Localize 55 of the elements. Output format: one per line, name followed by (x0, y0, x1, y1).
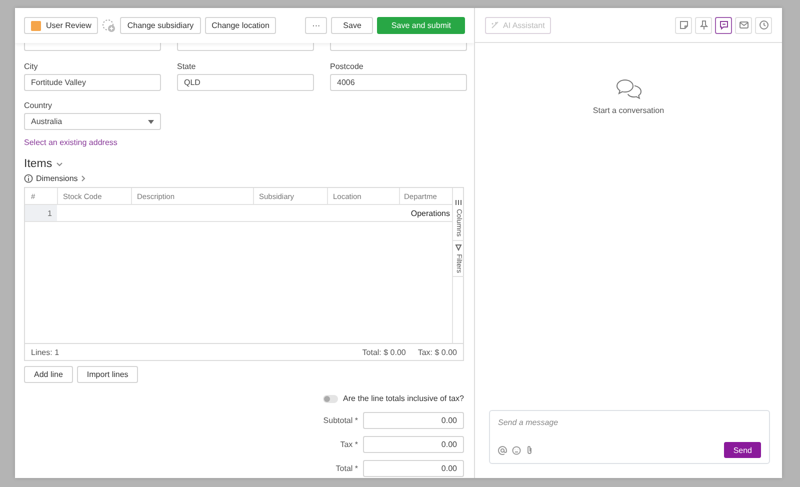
address-link[interactable]: Select an existing address (24, 138, 118, 147)
input-field[interactable]: 4006 (330, 74, 467, 91)
input-field[interactable] (24, 43, 161, 51)
toggle-label: Are the line totals inclusive of tax? (343, 394, 464, 403)
dimensions-link[interactable]: Dimensions (36, 174, 78, 183)
tax-summary: Tax: $ 0.00 (418, 348, 457, 356)
columns-icon (455, 199, 462, 206)
paperclip-icon[interactable] (526, 445, 533, 455)
field-label: Postcode (330, 62, 364, 72)
mention-icon[interactable] (498, 446, 507, 454)
action-button[interactable]: Change location (204, 17, 276, 34)
conversation-icon (614, 78, 642, 100)
field-label: Country (24, 101, 54, 111)
line-count: Lines: 1 (31, 348, 60, 356)
input-field[interactable]: Fortitude Valley (24, 74, 161, 91)
total-summary: Total: $ 0.00 (362, 348, 406, 356)
caret-icon (148, 120, 154, 124)
mail-icon (738, 20, 748, 30)
action-button[interactable]: Change subsidiary (120, 17, 201, 34)
field-label: Tax * (340, 440, 358, 449)
empty-state-text: Start a conversation (592, 106, 664, 115)
clock-icon (758, 20, 768, 30)
table-cell-text: Operations (410, 208, 451, 220)
country-select[interactable]: Australia (24, 113, 161, 130)
field-label: State (177, 62, 197, 72)
more-button[interactable]: ··· (305, 17, 328, 34)
tax-toggle[interactable] (323, 394, 338, 402)
send-button[interactable]: Send (724, 442, 761, 458)
status-icon (31, 20, 41, 30)
pin-icon (698, 20, 708, 30)
info-icon (24, 174, 33, 183)
input-field[interactable] (330, 43, 467, 51)
save-button[interactable]: Save (331, 17, 374, 34)
chat-icon (718, 20, 728, 30)
chevron-down-icon[interactable] (56, 162, 64, 166)
input-field[interactable] (177, 43, 314, 51)
row-number: 1 (25, 205, 57, 221)
amount-field[interactable]: 0.00 (363, 412, 464, 429)
amount-field[interactable]: 0.00 (363, 436, 464, 453)
line-button[interactable]: Import lines (76, 366, 138, 383)
add-icon[interactable] (102, 18, 116, 32)
field-label: City (24, 62, 39, 72)
amount-field[interactable]: 0.00 (363, 460, 464, 477)
chevron-right-icon[interactable] (80, 175, 86, 182)
section-title: Items (24, 158, 52, 170)
field-label: Subtotal * (323, 416, 358, 425)
tool-button[interactable] (715, 16, 732, 34)
field-label: Total * (336, 464, 358, 473)
emoji-icon[interactable] (512, 446, 521, 454)
note-icon (678, 20, 688, 30)
status-button[interactable]: User Review (24, 17, 98, 34)
input-field[interactable]: QLD (177, 74, 314, 91)
line-button[interactable]: Add line (24, 366, 73, 383)
filters-icon (455, 244, 462, 251)
message-field[interactable]: Send a message Send (489, 410, 770, 464)
